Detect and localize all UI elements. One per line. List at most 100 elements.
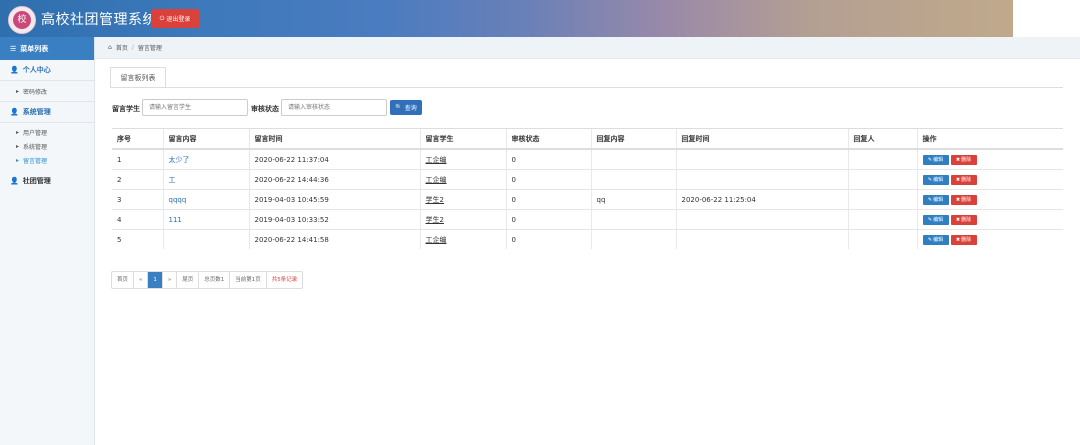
tab-divider <box>110 87 1063 88</box>
cell-reply-time <box>675 169 848 190</box>
cell-status: 0 <box>505 189 591 210</box>
menu-title: 菜单列表 <box>20 44 49 53</box>
pager-total-records: 共5条记录 <box>271 277 298 283</box>
table-row: 2 工 2020-06-22 14:44:36 工企编 0 ✎ 编辑 ✖ 删除 <box>112 169 1063 190</box>
sidebar-item-users[interactable]: ▸ 用户管理 <box>0 125 94 139</box>
sidebar-item-messages[interactable]: ▸ 留言管理 <box>0 153 94 167</box>
cell-time: 2019-04-03 10:33:52 <box>248 209 420 230</box>
column-header[interactable]: 留言时间 <box>248 128 420 150</box>
cell-content-link[interactable]: 111 <box>162 209 249 230</box>
cell-replier <box>847 229 917 249</box>
sidebar-item-label: 留言管理 <box>23 157 48 165</box>
cell-no: 1 <box>112 148 163 170</box>
edit-button[interactable]: ✎ 编辑 <box>922 154 949 165</box>
cell-student: 工企编 <box>419 148 506 170</box>
cell-reply <box>590 229 676 249</box>
delete-button[interactable]: ✖ 删除 <box>950 194 977 205</box>
column-header[interactable]: 留言内容 <box>162 128 249 150</box>
sidebar: ☰ 菜单列表 👤 个人中心 ▸ 密码修改 👤 系统管理 ▸ 用户管理 ▸ 系统管… <box>0 37 95 445</box>
sidebar-item-label: 用户管理 <box>23 129 48 137</box>
edit-label: 编辑 <box>933 157 944 163</box>
sidebar-group-clubs[interactable]: 👤 社团管理 <box>0 171 94 191</box>
home-icon: ⌂ <box>108 44 112 51</box>
column-header[interactable]: 回复时间 <box>675 128 848 150</box>
cell-reply <box>590 209 676 230</box>
pager-prev[interactable]: « <box>134 272 149 288</box>
group-label: 社团管理 <box>22 177 51 185</box>
close-icon: ✖ <box>955 216 961 223</box>
column-header[interactable]: 序号 <box>112 128 163 150</box>
caret-right-icon: ▸ <box>16 128 20 136</box>
table-header-row: 序号 留言内容 留言时间 留言学生 审核状态 回复内容 回复时间 回复人 操作 <box>112 128 1063 150</box>
edit-button[interactable]: ✎ 编辑 <box>922 214 949 225</box>
cell-actions: ✎ 编辑 ✖ 删除 <box>916 229 1063 249</box>
delete-button[interactable]: ✖ 删除 <box>950 214 977 225</box>
sidebar-group-system[interactable]: 👤 系统管理 <box>0 101 94 123</box>
app-logo: 校 <box>8 6 36 34</box>
delete-button[interactable]: ✖ 删除 <box>950 234 977 245</box>
search-button[interactable]: 🔍 查询 <box>390 100 422 115</box>
message-table: 序号 留言内容 留言时间 留言学生 审核状态 回复内容 回复时间 回复人 操作 … <box>112 128 1063 249</box>
logo-emblem: 校 <box>13 11 31 29</box>
cell-content-link[interactable] <box>162 229 249 249</box>
tab-message-list[interactable]: 留言板列表 <box>110 67 166 88</box>
pager-last[interactable]: 尾页 <box>177 272 200 288</box>
cell-reply <box>590 148 676 170</box>
cell-content-link[interactable]: 工 <box>162 169 249 190</box>
group-label: 系统管理 <box>22 108 51 116</box>
sidebar-item-system[interactable]: ▸ 系统管理 <box>0 139 94 153</box>
column-header[interactable]: 回复人 <box>847 128 917 150</box>
pager-next[interactable]: » <box>163 272 178 288</box>
cell-time: 2020-06-22 14:44:36 <box>248 169 420 190</box>
delete-button[interactable]: ✖ 删除 <box>950 154 977 165</box>
sidebar-group-personal[interactable]: 👤 个人中心 <box>0 60 94 81</box>
sidebar-menu-header: ☰ 菜单列表 <box>0 37 94 60</box>
close-icon: ✖ <box>955 196 961 203</box>
delete-label: 删除 <box>961 177 972 183</box>
edit-button[interactable]: ✎ 编辑 <box>922 234 949 245</box>
table-row: 5 2020-06-22 14:41:58 工企编 0 ✎ 编辑 ✖ 删除 <box>112 229 1063 249</box>
logout-button[interactable]: ⏻ 退出登录 <box>151 9 199 28</box>
cell-time: 2020-06-22 14:41:58 <box>248 229 420 249</box>
cell-reply-time: 2020-06-22 11:25:04 <box>675 189 848 210</box>
caret-right-icon: ▸ <box>16 142 20 150</box>
table-row: 1 太少了 2020-06-22 11:37:04 工企编 0 ✎ 编辑 ✖ 删除 <box>112 148 1063 170</box>
list-icon: ☰ <box>10 44 17 53</box>
edit-label: 编辑 <box>933 217 944 223</box>
pencil-icon: ✎ <box>927 236 933 243</box>
pencil-icon: ✎ <box>927 176 933 183</box>
status-search-input[interactable] <box>281 99 387 116</box>
cell-actions: ✎ 编辑 ✖ 删除 <box>916 189 1063 210</box>
cell-no: 5 <box>112 229 163 249</box>
user-icon: 👤 <box>10 177 19 185</box>
breadcrumb-home[interactable]: 首页 <box>116 43 128 52</box>
sidebar-item-password[interactable]: ▸ 密码修改 <box>0 81 94 101</box>
edit-button[interactable]: ✎ 编辑 <box>922 174 949 185</box>
close-icon: ✖ <box>955 236 961 243</box>
pagination: 首页 « 1 » 尾页 总页数1 当前第1页 共5条记录 <box>111 271 304 289</box>
delete-label: 删除 <box>961 237 972 243</box>
close-icon: ✖ <box>955 156 961 163</box>
student-search-input[interactable] <box>142 99 248 116</box>
cell-content-link[interactable]: qqqq <box>162 189 249 210</box>
cell-replier <box>847 148 917 170</box>
breadcrumb-current: 留言管理 <box>137 45 162 52</box>
cell-reply <box>590 169 676 190</box>
pager-first[interactable]: 首页 <box>112 272 135 288</box>
cell-student: 工企编 <box>419 169 506 190</box>
cell-status: 0 <box>505 169 591 190</box>
cell-content-link[interactable]: 太少了 <box>162 148 249 170</box>
pencil-icon: ✎ <box>927 216 933 223</box>
sidebar-item-label: 密码修改 <box>23 88 48 96</box>
cell-reply: qq <box>590 189 676 210</box>
breadcrumb-separator: / <box>131 44 134 51</box>
cell-reply-time <box>675 209 848 230</box>
cell-replier <box>847 169 917 190</box>
pager-current-page[interactable]: 1 <box>148 272 163 288</box>
column-header[interactable]: 留言学生 <box>419 128 506 150</box>
cell-replier <box>847 209 917 230</box>
delete-button[interactable]: ✖ 删除 <box>950 174 977 185</box>
column-header[interactable]: 回复内容 <box>590 128 676 150</box>
edit-button[interactable]: ✎ 编辑 <box>922 194 949 205</box>
column-header[interactable]: 审核状态 <box>505 128 591 150</box>
